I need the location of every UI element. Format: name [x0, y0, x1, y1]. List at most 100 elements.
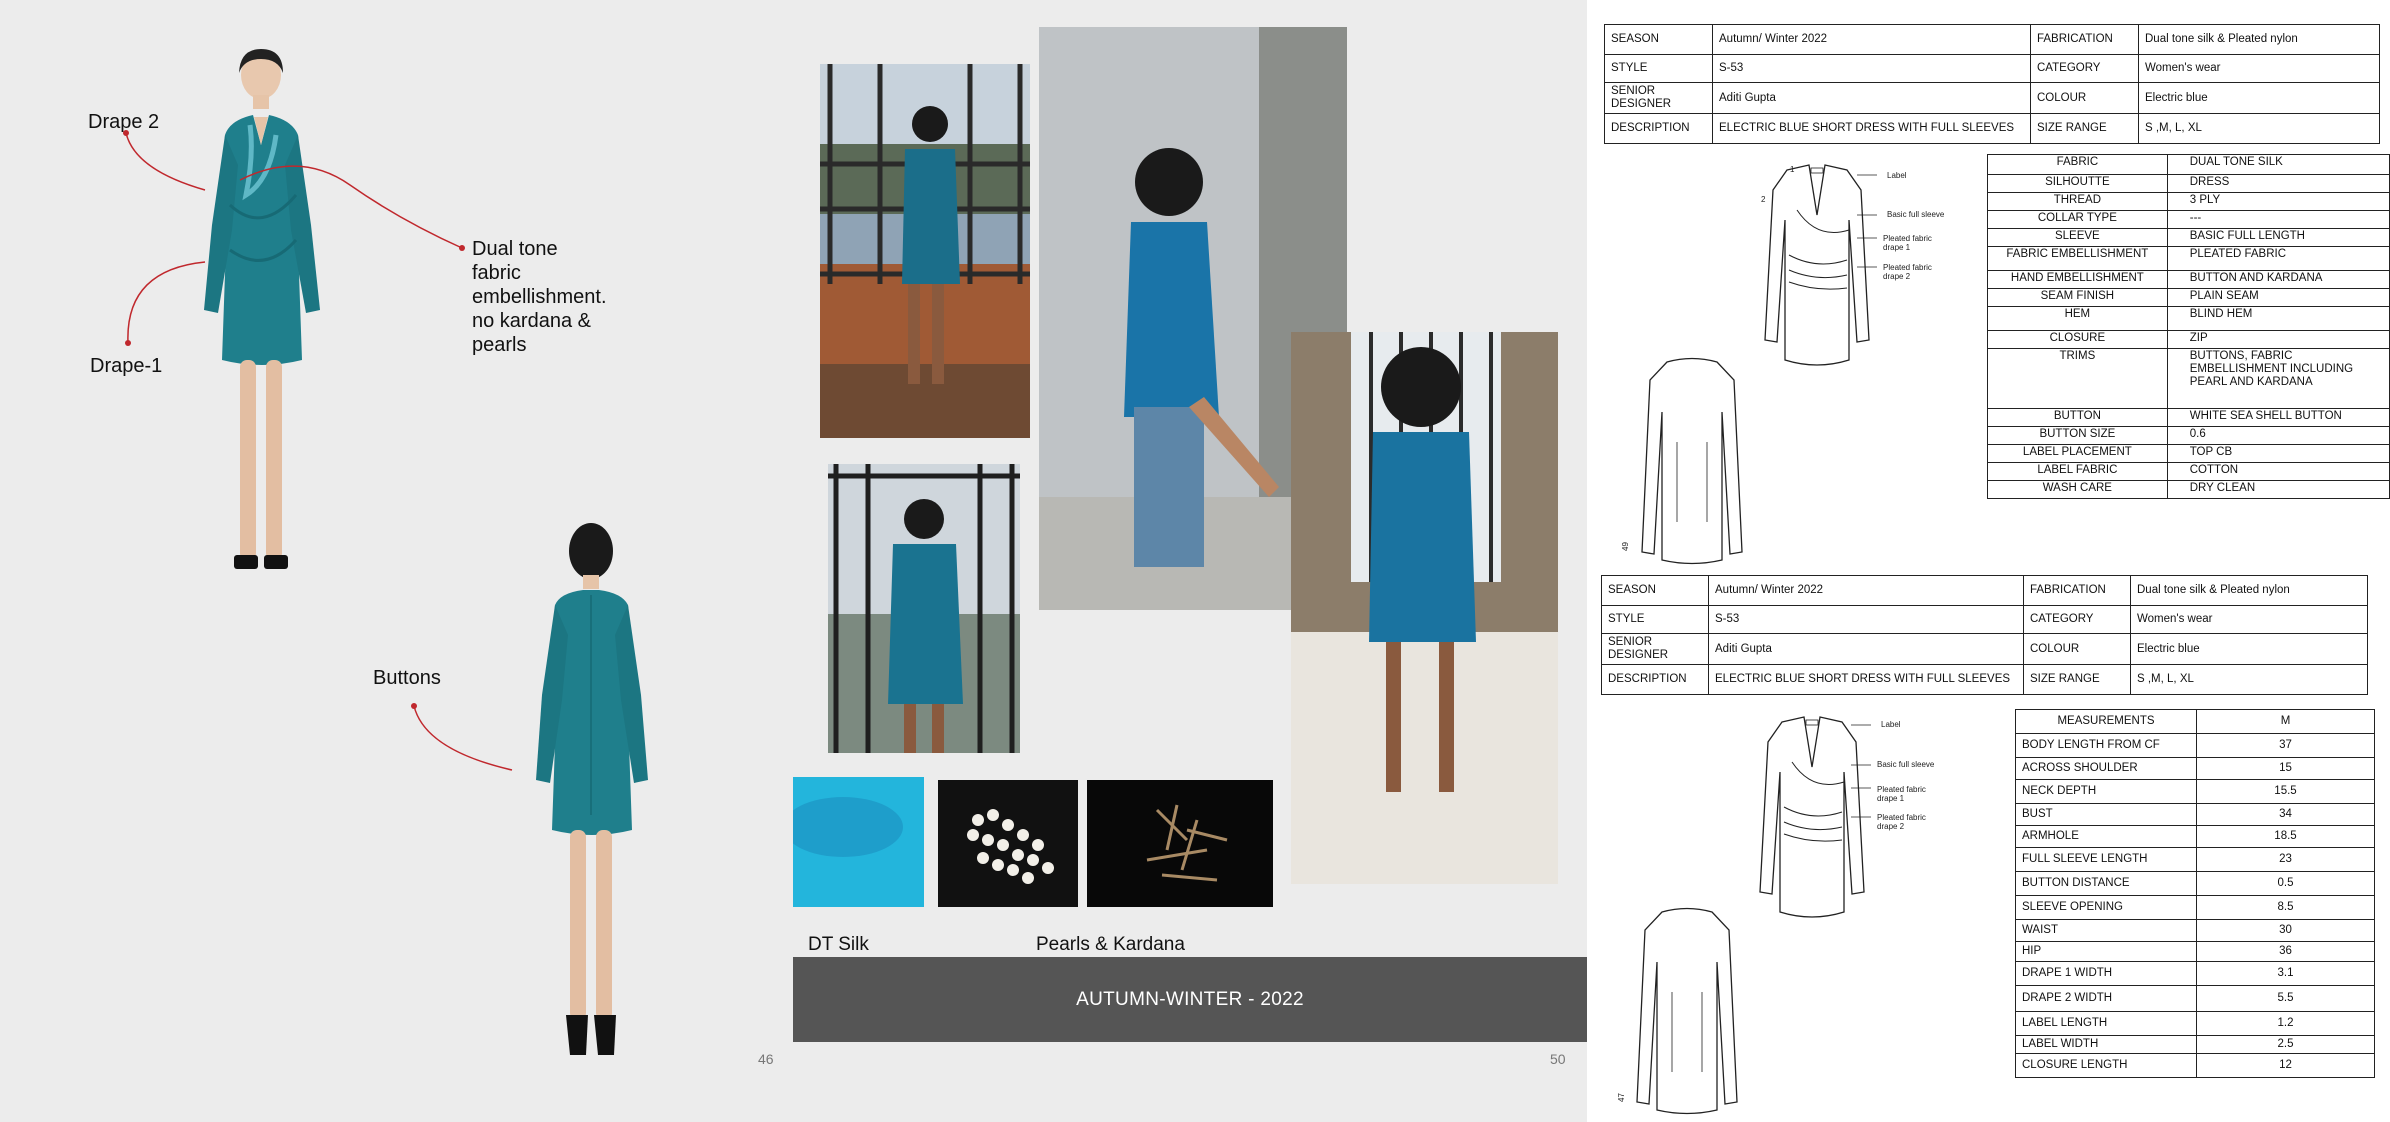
measurement-value: 34 [2196, 803, 2375, 826]
measurement-value: 23 [2196, 847, 2375, 872]
spec-value-style: S-53 [1708, 605, 2024, 634]
measurement-value: 2.5 [2196, 1035, 2375, 1054]
attribute-value: BUTTON AND KARDANA [2166, 270, 2390, 289]
measurement-value: 0.5 [2196, 871, 2375, 896]
spec-label: FABRICATION [2023, 575, 2131, 606]
measurement-value: 1.2 [2196, 1011, 2375, 1036]
attribute-row: THREAD 3 PLY [1987, 192, 2390, 211]
callout-sleeve: Basic full sleeve [1877, 760, 1935, 769]
attribute-row: FABRIC DUAL TONE SILK [1987, 154, 2390, 175]
attribute-value: BUTTONS, FABRIC EMBELLISHMENT INCLUDING … [2166, 348, 2390, 409]
measurements-table: MEASUREMENTS M BODY LENGTH FROM CF 37 ACRO… [2015, 709, 2375, 1078]
spec-header-top: SEASON Autumn/ Winter 2022 FABRICATION D… [1604, 24, 2380, 144]
silk-fabric-swatch [793, 777, 924, 907]
attribute-value: DRY CLEAN [2166, 480, 2390, 499]
kardana-swatch [1087, 780, 1273, 907]
attribute-row: CLOSURE ZIP [1987, 330, 2390, 349]
measurement-row: ARMHOLE 18.5 [2015, 825, 2375, 848]
spec-value-description: ELECTRIC BLUE SHORT DRESS WITH FULL SLEE… [1708, 664, 2024, 695]
attribute-key: CLOSURE [1987, 330, 2168, 349]
caption-pearls-kardana: Pearls & Kardana [1036, 934, 1185, 955]
spec-label: FABRICATION [2030, 24, 2139, 55]
callout-drape-2: Pleated fabric drape 2 [1883, 263, 1932, 281]
measurement-key: CLOSURE LENGTH [2015, 1053, 2197, 1078]
attribute-key: BUTTON SIZE [1987, 426, 2168, 445]
attribute-row: LABEL PLACEMENT TOP CB [1987, 444, 2390, 463]
measurement-row: NECK DEPTH 15.5 [2015, 779, 2375, 804]
attribute-value: PLEATED FABRIC [2166, 246, 2390, 271]
measurement-row: LABEL WIDTH 2.5 [2015, 1035, 2375, 1054]
attribute-row: SILHOUTTE DRESS [1987, 174, 2390, 193]
attribute-key: HEM [1987, 306, 2168, 331]
measurement-value: 8.5 [2196, 895, 2375, 920]
measurement-row: ACROSS SHOULDER 15 [2015, 757, 2375, 780]
spec-label: DESCRIPTION [1601, 664, 1709, 695]
spec-value-colour: Electric blue [2138, 82, 2380, 114]
attribute-key: BUTTON [1987, 408, 2168, 427]
attribute-key: FABRIC [1987, 154, 2168, 175]
page-number-left: 46 [758, 1051, 774, 1067]
attribute-key: THREAD [1987, 192, 2168, 211]
measurement-row: LABEL LENGTH 1.2 [2015, 1011, 2375, 1036]
spec-value-style: S-53 [1712, 54, 2031, 83]
attribute-row: LABEL FABRIC COTTON [1987, 462, 2390, 481]
spec-label: STYLE [1604, 54, 1713, 83]
photo-back-pose [1291, 332, 1558, 884]
attribute-value: 3 PLY [2166, 192, 2390, 211]
measurement-value: 12 [2196, 1053, 2375, 1078]
measurement-value: 30 [2196, 919, 2375, 942]
spec-label: STYLE [1601, 605, 1709, 634]
measurement-key: BODY LENGTH FROM CF [2015, 733, 2197, 758]
measurement-value: 3.1 [2196, 961, 2375, 986]
attribute-key: COLLAR TYPE [1987, 210, 2168, 229]
sketch-page-number-bottom: 47 [1616, 1093, 1626, 1102]
attribute-row: TRIMS BUTTONS, FABRIC EMBELLISHMENT INCLU… [1987, 348, 2390, 409]
attribute-value: BASIC FULL LENGTH [2166, 228, 2390, 247]
spec-value-designer: Aditi Gupta [1712, 82, 2031, 114]
attribute-value: DUAL TONE SILK [2166, 154, 2390, 175]
attribute-row: COLLAR TYPE --- [1987, 210, 2390, 229]
sketch-number-1: 1 [1790, 165, 1795, 174]
attribute-row: HEM BLIND HEM [1987, 306, 2390, 331]
measurement-key: FULL SLEEVE LENGTH [2015, 847, 2197, 872]
measurement-value: 37 [2196, 733, 2375, 758]
spec-value-season: Autumn/ Winter 2022 [1708, 575, 2024, 606]
back-flat-sketch-bottom [1636, 907, 1738, 1115]
spec-value-fabrication: Dual tone silk & Pleated nylon [2138, 24, 2380, 55]
measurement-key: NECK DEPTH [2015, 779, 2197, 804]
attribute-row: BUTTON SIZE 0.6 [1987, 426, 2390, 445]
page-number-mid: 50 [1550, 1051, 1566, 1067]
measurement-key: DRAPE 1 WIDTH [2015, 961, 2197, 986]
attribute-row: SLEEVE BASIC FULL LENGTH [1987, 228, 2390, 247]
measurement-row: BUST 34 [2015, 803, 2375, 826]
back-figure-illustration [536, 523, 648, 1055]
attribute-value: BLIND HEM [2166, 306, 2390, 331]
attribute-row: WASH CARE DRY CLEAN [1987, 480, 2390, 499]
attribute-row: HAND EMBELLISHMENT BUTTON AND KARDANA [1987, 270, 2390, 289]
measurement-value: 36 [2196, 941, 2375, 962]
sketch-number-2: 2 [1761, 195, 1766, 204]
measurement-key: HIP [2015, 941, 2197, 962]
spec-label: SENIOR DESIGNER [1604, 82, 1713, 114]
garment-attributes-table: FABRIC DUAL TONE SILK SILHOUTTE DRESS THREAD… [1987, 154, 2390, 499]
measurement-row: DRAPE 2 WIDTH 5.5 [2015, 985, 2375, 1012]
spec-label: SENIOR DESIGNER [1601, 633, 1709, 665]
attribute-value: COTTON [2166, 462, 2390, 481]
measurement-key: WAIST [2015, 919, 2197, 942]
attribute-value: PLAIN SEAM [2166, 288, 2390, 307]
measurement-value: 15.5 [2196, 779, 2375, 804]
spec-label: COLOUR [2023, 633, 2131, 665]
attribute-key: LABEL PLACEMENT [1987, 444, 2168, 463]
spec-label: CATEGORY [2030, 54, 2139, 83]
attribute-row: FABRIC EMBELLISHMENT PLEATED FABRIC [1987, 246, 2390, 271]
measurement-key: BUTTON DISTANCE [2015, 871, 2197, 896]
attribute-row: SEAM FINISH PLAIN SEAM [1987, 288, 2390, 307]
photo-gate-pose [828, 464, 1020, 753]
attribute-value: ZIP [2166, 330, 2390, 349]
pearls-swatch [938, 780, 1078, 907]
measurement-key: ACROSS SHOULDER [2015, 757, 2197, 780]
callout-drape-1: Pleated fabric drape 1 [1883, 234, 1932, 252]
attribute-key: SILHOUTTE [1987, 174, 2168, 193]
spec-label: DESCRIPTION [1604, 113, 1713, 144]
back-flat-sketch-top [1641, 357, 1743, 565]
